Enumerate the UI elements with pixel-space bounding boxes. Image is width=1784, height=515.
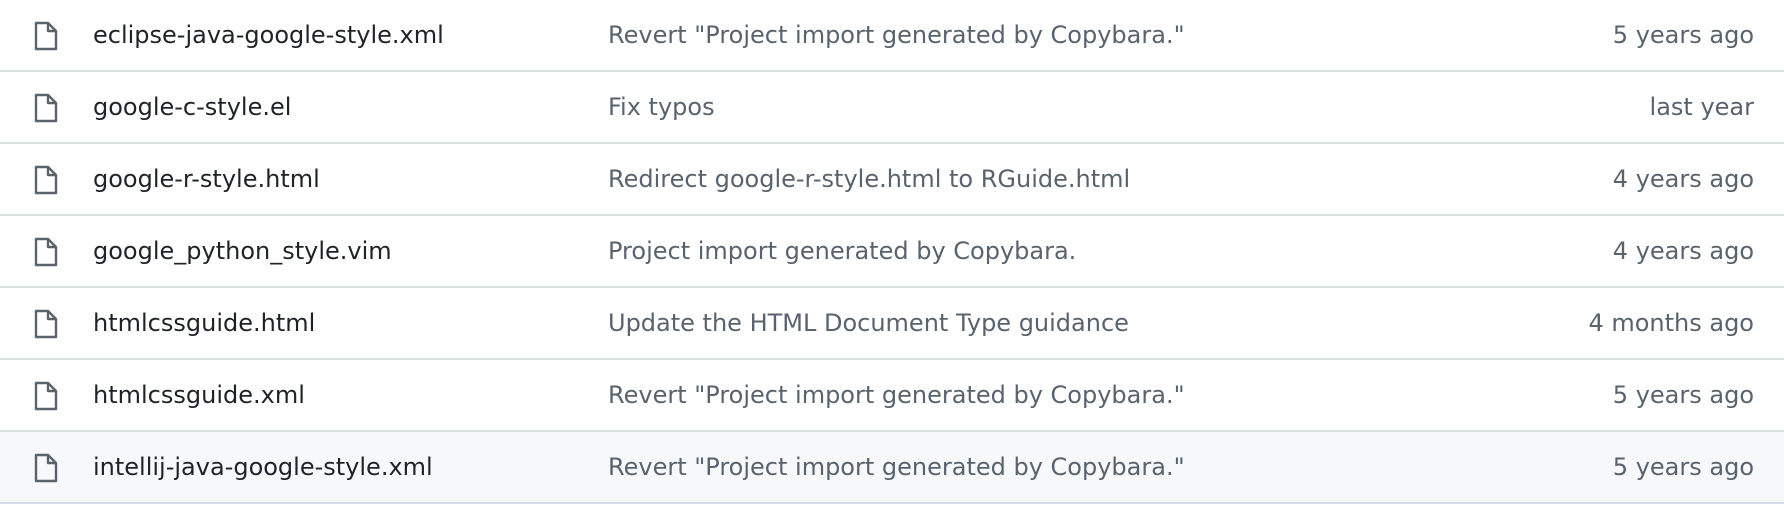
file-row[interactable]: google-c-style.el Fix typos last year	[0, 72, 1784, 144]
file-row[interactable]: google-r-style.html Redirect google-r-st…	[0, 144, 1784, 216]
commit-age: 4 months ago	[1588, 309, 1754, 337]
file-row[interactable]: intellij-java-google-style.xml Revert "P…	[0, 432, 1784, 504]
file-name-link[interactable]: google_python_style.vim	[93, 216, 392, 286]
commit-age: 4 years ago	[1612, 237, 1754, 265]
file-name-link[interactable]: htmlcssguide.html	[93, 288, 315, 358]
commit-age: 4 years ago	[1612, 165, 1754, 193]
commit-age: 5 years ago	[1612, 453, 1754, 481]
file-icon	[33, 237, 59, 267]
commit-message-link[interactable]: Redirect google-r-style.html to RGuide.h…	[608, 144, 1130, 214]
file-name-link[interactable]: google-r-style.html	[93, 144, 320, 214]
commit-age: 5 years ago	[1612, 21, 1754, 49]
commit-message-link[interactable]: Fix typos	[608, 72, 715, 142]
commit-message-link[interactable]: Update the HTML Document Type guidance	[608, 288, 1129, 358]
file-icon	[33, 165, 59, 195]
file-row[interactable]: google_python_style.vim Project import g…	[0, 216, 1784, 288]
commit-message-link[interactable]: Revert "Project import generated by Copy…	[608, 0, 1185, 70]
commit-age: 5 years ago	[1612, 381, 1754, 409]
file-icon	[33, 21, 59, 51]
file-icon	[33, 309, 59, 339]
file-row[interactable]: eclipse-java-google-style.xml Revert "Pr…	[0, 0, 1784, 72]
file-row[interactable]: htmlcssguide.html Update the HTML Docume…	[0, 288, 1784, 360]
file-icon	[33, 453, 59, 483]
file-name-link[interactable]: eclipse-java-google-style.xml	[93, 0, 444, 70]
commit-message-link[interactable]: Revert "Project import generated by Copy…	[608, 360, 1185, 430]
commit-age: last year	[1649, 93, 1754, 121]
file-icon	[33, 93, 59, 123]
file-list: eclipse-java-google-style.xml Revert "Pr…	[0, 0, 1784, 504]
file-name-link[interactable]: google-c-style.el	[93, 72, 291, 142]
file-icon	[33, 381, 59, 411]
commit-message-link[interactable]: Project import generated by Copybara.	[608, 216, 1076, 286]
file-name-link[interactable]: intellij-java-google-style.xml	[93, 432, 433, 502]
commit-message-link[interactable]: Revert "Project import generated by Copy…	[608, 432, 1185, 502]
file-name-link[interactable]: htmlcssguide.xml	[93, 360, 305, 430]
file-row[interactable]: htmlcssguide.xml Revert "Project import …	[0, 360, 1784, 432]
